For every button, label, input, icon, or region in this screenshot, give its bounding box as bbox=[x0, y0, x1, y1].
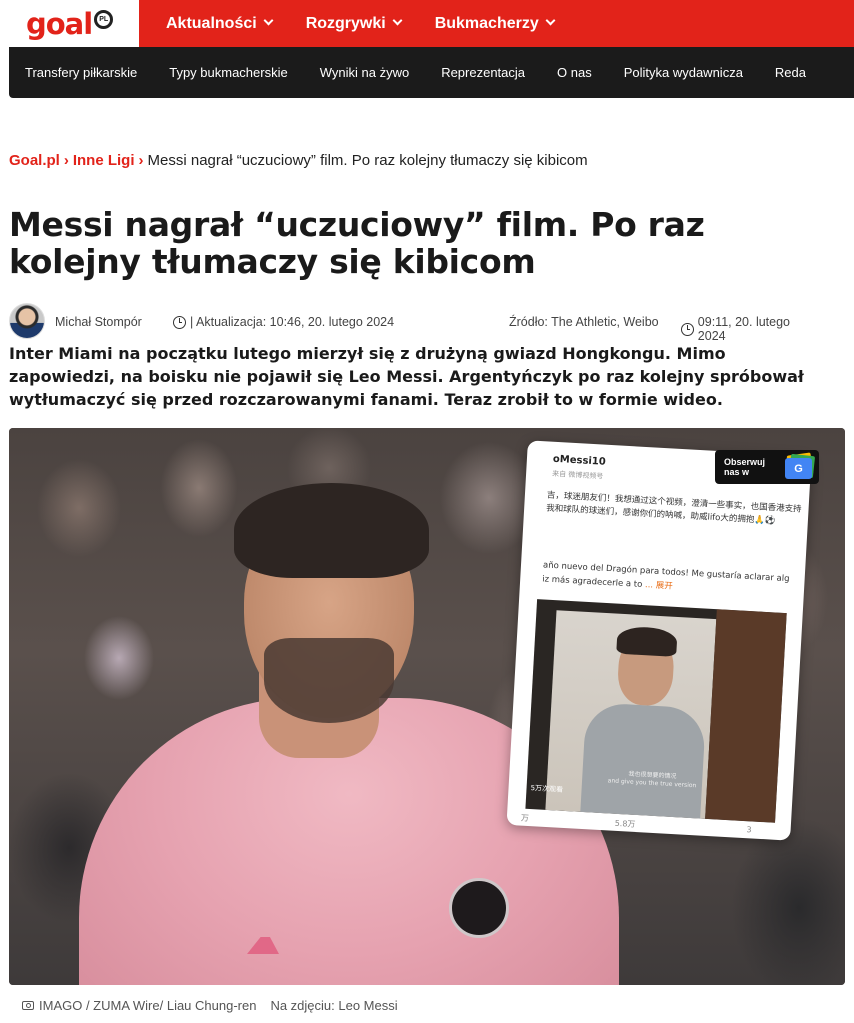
post-like-count: 3 bbox=[746, 825, 752, 835]
main-nav-label: Aktualności bbox=[166, 14, 257, 32]
article-lead: Inter Miami na początku lutego mierzył s… bbox=[9, 344, 804, 409]
google-news-icon-front: G bbox=[785, 458, 812, 479]
chevron-down-icon bbox=[392, 15, 403, 26]
author-avatar[interactable] bbox=[9, 303, 45, 339]
video-person-body bbox=[580, 702, 707, 819]
breadcrumb-separator: › bbox=[63, 152, 69, 169]
breadcrumb: Goal.pl › Inne Ligi › Messi nagrał “uczuciow… bbox=[9, 152, 588, 169]
follow-google-news-button[interactable]: Obserwuj nas w G bbox=[715, 450, 819, 484]
google-news-icon: G bbox=[785, 452, 816, 480]
subnav-item-polityka[interactable]: Polityka wydawnicza bbox=[624, 65, 743, 80]
post-text-zh: 吉，球迷朋友们！我想通过这个视频，澄清一些事实，也国香港支持我和球队的球迷们，感… bbox=[545, 490, 802, 527]
published-text: 09:11, 20. lutego 2024 bbox=[697, 315, 791, 343]
main-nav-item-bukmacherzy[interactable]: Bukmacherzy bbox=[434, 14, 556, 33]
article-title: Messi nagrał “uczuciowy” film. Po raz ko… bbox=[9, 205, 705, 281]
post-username: oMessi10 bbox=[552, 453, 607, 468]
post-subtitle: 来自 微博视频号 bbox=[551, 469, 604, 481]
site-header: goal PL Aktualności Rozgrywki Bukmacherz… bbox=[9, 0, 854, 47]
logo-badge: PL bbox=[94, 10, 114, 29]
subnav-item-reprezentacja[interactable]: Reprezentacja bbox=[441, 65, 525, 80]
main-nav-label: Rozgrywki bbox=[305, 14, 386, 32]
post-share-count: 万 bbox=[520, 813, 530, 824]
subnav-item-transfery[interactable]: Transfery piłkarskie bbox=[25, 65, 137, 80]
photo-credit: IMAGO / ZUMA Wire/ Liau Chung-ren bbox=[39, 998, 257, 1013]
article-meta: Michał Stompór | Aktualizacja: 10:46, 20… bbox=[9, 303, 819, 343]
chevron-down-icon bbox=[263, 15, 274, 26]
image-caption: IMAGO / ZUMA Wire/ Liau Chung-ren Na zdj… bbox=[22, 998, 398, 1013]
breadcrumb-link-category[interactable]: Inne Ligi bbox=[73, 152, 135, 169]
breadcrumb-link-home[interactable]: Goal.pl bbox=[9, 152, 60, 169]
beard-shape bbox=[264, 638, 394, 723]
article-source: Źródło: The Athletic, Weibo bbox=[509, 315, 659, 329]
club-badge-icon bbox=[449, 878, 509, 938]
main-nav-item-rozgrywki[interactable]: Rozgrywki bbox=[305, 14, 403, 33]
breadcrumb-separator: › bbox=[138, 152, 144, 169]
video-view-count: 5万次观看 bbox=[530, 784, 564, 794]
published-date: 09:11, 20. lutego 2024 bbox=[681, 315, 819, 343]
post-text-es: año nuevo del Dragón para todos! Me gust… bbox=[542, 558, 798, 600]
author-name[interactable]: Michał Stompór bbox=[55, 315, 142, 329]
secondary-nav: Transfery piłkarskie Typy bukmacherskie … bbox=[9, 47, 854, 98]
logo-text: goal bbox=[26, 6, 93, 41]
subnav-item-wyniki[interactable]: Wyniki na żywo bbox=[320, 65, 409, 80]
breadcrumb-current: Messi nagrał “uczuciowy” film. Po raz ko… bbox=[147, 152, 588, 169]
post-comment-count: 5.8万 bbox=[614, 818, 636, 829]
weibo-post-screenshot: oMessi10 来自 微博视频号 吉，球迷朋友们！我想通过这个视频，澄清一些事… bbox=[506, 440, 812, 841]
updated-text: | Aktualizacja: 10:46, 20. lutego 2024 bbox=[190, 315, 395, 329]
hero-image: oMessi10 来自 微博视频号 吉，球迷朋友们！我想通过这个视频，澄清一些事… bbox=[9, 428, 845, 985]
camera-icon bbox=[22, 1001, 34, 1010]
clock-icon bbox=[173, 315, 186, 329]
subnav-item-redakcja[interactable]: Reda bbox=[775, 65, 806, 80]
chevron-down-icon bbox=[545, 15, 556, 26]
subnav-item-typy[interactable]: Typy bukmacherskie bbox=[169, 65, 288, 80]
follow-label: Obserwuj nas w bbox=[724, 457, 766, 477]
main-nav-item-aktualnosci[interactable]: Aktualności bbox=[166, 14, 274, 33]
main-nav-label: Bukmacherzy bbox=[434, 14, 539, 32]
updated-date: | Aktualizacja: 10:46, 20. lutego 2024 bbox=[173, 315, 394, 329]
main-nav: Aktualności Rozgrywki Bukmacherzy bbox=[139, 0, 854, 47]
clock-icon bbox=[681, 322, 694, 336]
photo-description: Na zdjęciu: Leo Messi bbox=[270, 998, 398, 1013]
site-logo[interactable]: goal PL bbox=[9, 0, 139, 47]
hair-shape bbox=[234, 483, 429, 578]
post-video-thumbnail: 我也很想要的情况 and give you the true version 5… bbox=[525, 599, 787, 823]
post-expand-link: ... 展开 bbox=[644, 580, 674, 592]
subnav-item-o-nas[interactable]: O nas bbox=[557, 65, 592, 80]
